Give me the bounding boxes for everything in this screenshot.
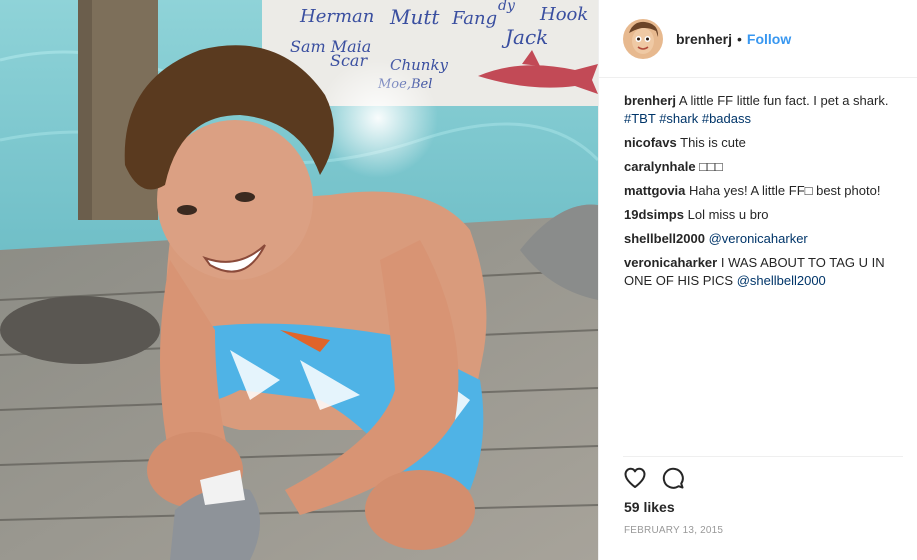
comment-item: caralynhale □□□ <box>624 158 909 176</box>
sign-text-hook: Hook <box>539 4 588 25</box>
comment-text: Lol miss u bro <box>687 207 769 222</box>
comment-username[interactable]: caralynhale <box>624 159 696 174</box>
post-side-panel: brenherj • Follow brenherj A little FF l… <box>598 0 917 560</box>
actions-divider <box>623 456 903 457</box>
post-date[interactable]: FEBRUARY 13, 2015 <box>624 525 723 536</box>
comment-bubble-icon[interactable] <box>661 466 685 490</box>
comment-item: shellbell2000 @veronicaharker <box>624 230 909 248</box>
follow-button[interactable]: Follow <box>747 31 791 47</box>
comment-item: mattgovia Haha yes! A little FF□ best ph… <box>624 182 909 200</box>
caption-username[interactable]: brenherj <box>624 93 676 108</box>
sign-text-fang: Fang <box>451 8 497 29</box>
caption: brenherj A little FF little fun fact. I … <box>624 92 909 128</box>
post-actions <box>623 466 685 490</box>
heart-icon[interactable] <box>623 466 647 490</box>
avatar[interactable] <box>623 18 663 59</box>
header-username[interactable]: brenherj <box>676 31 732 47</box>
hashtag-badass[interactable]: #badass <box>702 111 751 126</box>
photo-image: Herman Mutt Fang Hook Sam Maia Jack Scar… <box>0 0 598 560</box>
comment-mention[interactable]: @veronicaharker <box>709 231 808 246</box>
post-photo[interactable]: Herman Mutt Fang Hook Sam Maia Jack Scar… <box>0 0 598 560</box>
avatar-image <box>623 18 663 59</box>
likes-count[interactable]: 59 likes <box>624 499 675 515</box>
sign-text-jack: Jack <box>501 25 548 49</box>
caption-text: A little FF little fun fact. I pet a sha… <box>678 93 889 108</box>
comment-text: Haha yes! A little FF□ best photo! <box>689 183 881 198</box>
comment-username[interactable]: nicofavs <box>624 135 677 150</box>
comment-username[interactable]: 19dsimps <box>624 207 684 222</box>
comment-mention[interactable]: @shellbell2000 <box>737 273 826 288</box>
sign-text-dy: dy <box>498 0 516 14</box>
comments-list: brenherj A little FF little fun fact. I … <box>624 92 909 296</box>
sign-text-mutt: Mutt <box>389 5 440 29</box>
comment-item: nicofavs This is cute <box>624 134 909 152</box>
sign-text-herman: Herman <box>299 6 374 27</box>
comment-text: This is cute <box>680 135 746 150</box>
comment-username[interactable]: mattgovia <box>624 183 685 198</box>
comment-username[interactable]: shellbell2000 <box>624 231 705 246</box>
comment-username[interactable]: veronicaharker <box>624 255 717 270</box>
header-separator: • <box>737 30 742 47</box>
post-header: brenherj • Follow <box>599 0 917 78</box>
hashtag-shark[interactable]: #shark <box>659 111 698 126</box>
comment-item: veronicaharker I WAS ABOUT TO TAG U IN O… <box>624 254 909 290</box>
comment-item: 19dsimps Lol miss u bro <box>624 206 909 224</box>
hashtag-tbt[interactable]: #TBT <box>624 111 656 126</box>
comment-text: □□□ <box>699 159 723 174</box>
